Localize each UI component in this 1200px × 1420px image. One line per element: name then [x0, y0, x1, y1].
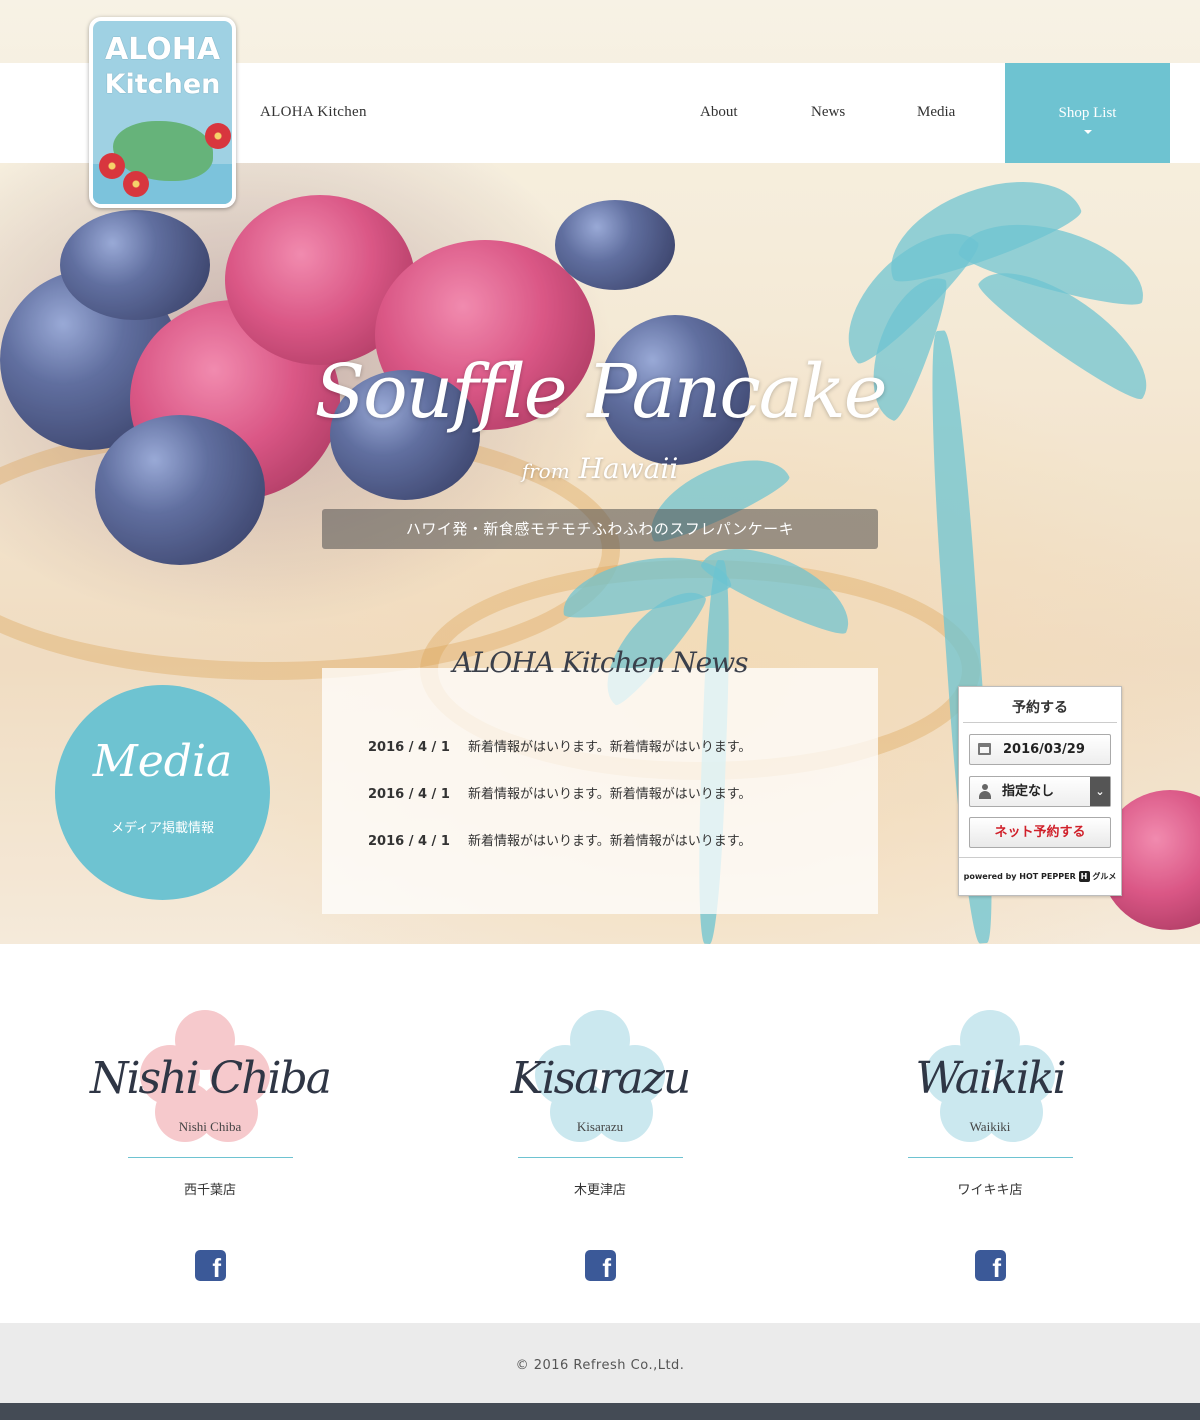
news-item[interactable]: 2016 / 4 / 1 新着情報がはいります。新着情報がはいります。 — [368, 830, 751, 849]
reservation-widget: 予約する 2016/03/29 指定なし ⌄ ネット予約する powered b… — [958, 686, 1122, 896]
shop-english-name: Kisarazu — [576, 1119, 624, 1134]
shop-list-label: Shop List — [1058, 105, 1117, 121]
copyright-text: © 2016 Refresh Co.,Ltd. — [515, 1358, 685, 1373]
calendar-icon — [978, 743, 991, 755]
person-icon — [979, 784, 991, 799]
divider — [908, 1157, 1073, 1158]
hero-subtitle-place: Hawaii — [578, 452, 679, 485]
media-title: Media — [92, 736, 233, 787]
media-link-circle[interactable]: Media メディア掲載情報 — [55, 685, 270, 900]
hibiscus-icon — [205, 123, 231, 149]
hibiscus-icon — [123, 171, 149, 197]
media-subtitle: メディア掲載情報 — [110, 821, 215, 836]
news-text: 新着情報がはいります。新着情報がはいります。 — [468, 740, 752, 755]
shop-script-name: Waikiki — [915, 1053, 1066, 1104]
nav-media[interactable]: Media — [917, 104, 955, 121]
shop-japanese-name: 西千葉店 — [183, 1183, 236, 1198]
chevron-down-icon — [1083, 130, 1092, 134]
hero-tagline: ハワイ発・新食感モチモチふわふわのスフレパンケーキ — [322, 509, 878, 549]
reservation-people-value: 指定なし — [1002, 784, 1055, 799]
gourmet-text: グルメ — [1092, 872, 1117, 881]
footer-bar — [0, 1403, 1200, 1420]
nav-about[interactable]: About — [700, 104, 738, 121]
facebook-icon[interactable]: f — [585, 1250, 616, 1281]
hero-subtitle: from Hawaii — [500, 452, 700, 485]
shop-script-name: Nishi Chiba — [89, 1053, 332, 1104]
site-logo[interactable]: ALOHA Kitchen — [89, 17, 236, 208]
site-footer: © 2016 Refresh Co.,Ltd. — [0, 1323, 1200, 1403]
news-item[interactable]: 2016 / 4 / 1 新着情報がはいります。新着情報がはいります。 — [368, 736, 751, 755]
hibiscus-icon — [99, 153, 125, 179]
news-date: 2016 / 4 / 1 — [368, 834, 450, 849]
divider — [963, 722, 1117, 723]
reservation-submit-button[interactable]: ネット予約する — [969, 817, 1111, 848]
news-item[interactable]: 2016 / 4 / 1 新着情報がはいります。新着情報がはいります。 — [368, 783, 751, 802]
reservation-people-select[interactable]: 指定なし ⌄ — [969, 776, 1111, 807]
logo-text-line1: ALOHA — [104, 32, 221, 67]
reservation-date-value: 2016/03/29 — [1003, 742, 1085, 757]
facebook-icon[interactable]: f — [195, 1250, 226, 1281]
nav-news[interactable]: News — [811, 104, 845, 121]
hero-title: Souffle Pancake — [314, 349, 887, 435]
news-text: 新着情報がはいります。新着情報がはいります。 — [468, 834, 752, 849]
logo-text-line2: Kitchen — [104, 69, 221, 100]
divider — [128, 1157, 293, 1158]
shop-english-name: Nishi Chiba — [178, 1119, 242, 1134]
shop-script-name: Kisarazu — [510, 1053, 692, 1104]
news-date: 2016 / 4 / 1 — [368, 740, 450, 755]
site-name-link[interactable]: ALOHA Kitchen — [260, 104, 367, 121]
facebook-icon[interactable]: f — [975, 1250, 1006, 1281]
shop-list-button[interactable]: Shop List — [1005, 63, 1170, 163]
shop-japanese-name: ワイキキ店 — [957, 1183, 1023, 1198]
news-text: 新着情報がはいります。新着情報がはいります。 — [468, 787, 752, 802]
reservation-title: 予約する — [1012, 700, 1068, 716]
reservation-date-field[interactable]: 2016/03/29 — [969, 734, 1111, 765]
hero-subtitle-from: from — [521, 459, 570, 483]
news-date: 2016 / 4 / 1 — [368, 787, 450, 802]
powered-by-text: powered by HOT PEPPER — [963, 872, 1076, 881]
divider — [518, 1157, 683, 1158]
powered-by-hotpepper[interactable]: powered by HOT PEPPER H グルメ — [959, 857, 1121, 882]
shop-english-name: Waikiki — [969, 1119, 1011, 1134]
shop-japanese-name: 木更津店 — [573, 1183, 626, 1198]
hotpepper-logo: H — [1078, 871, 1090, 882]
chevron-down-icon[interactable]: ⌄ — [1090, 777, 1110, 806]
news-title: ALOHA Kitchen News — [452, 646, 748, 679]
